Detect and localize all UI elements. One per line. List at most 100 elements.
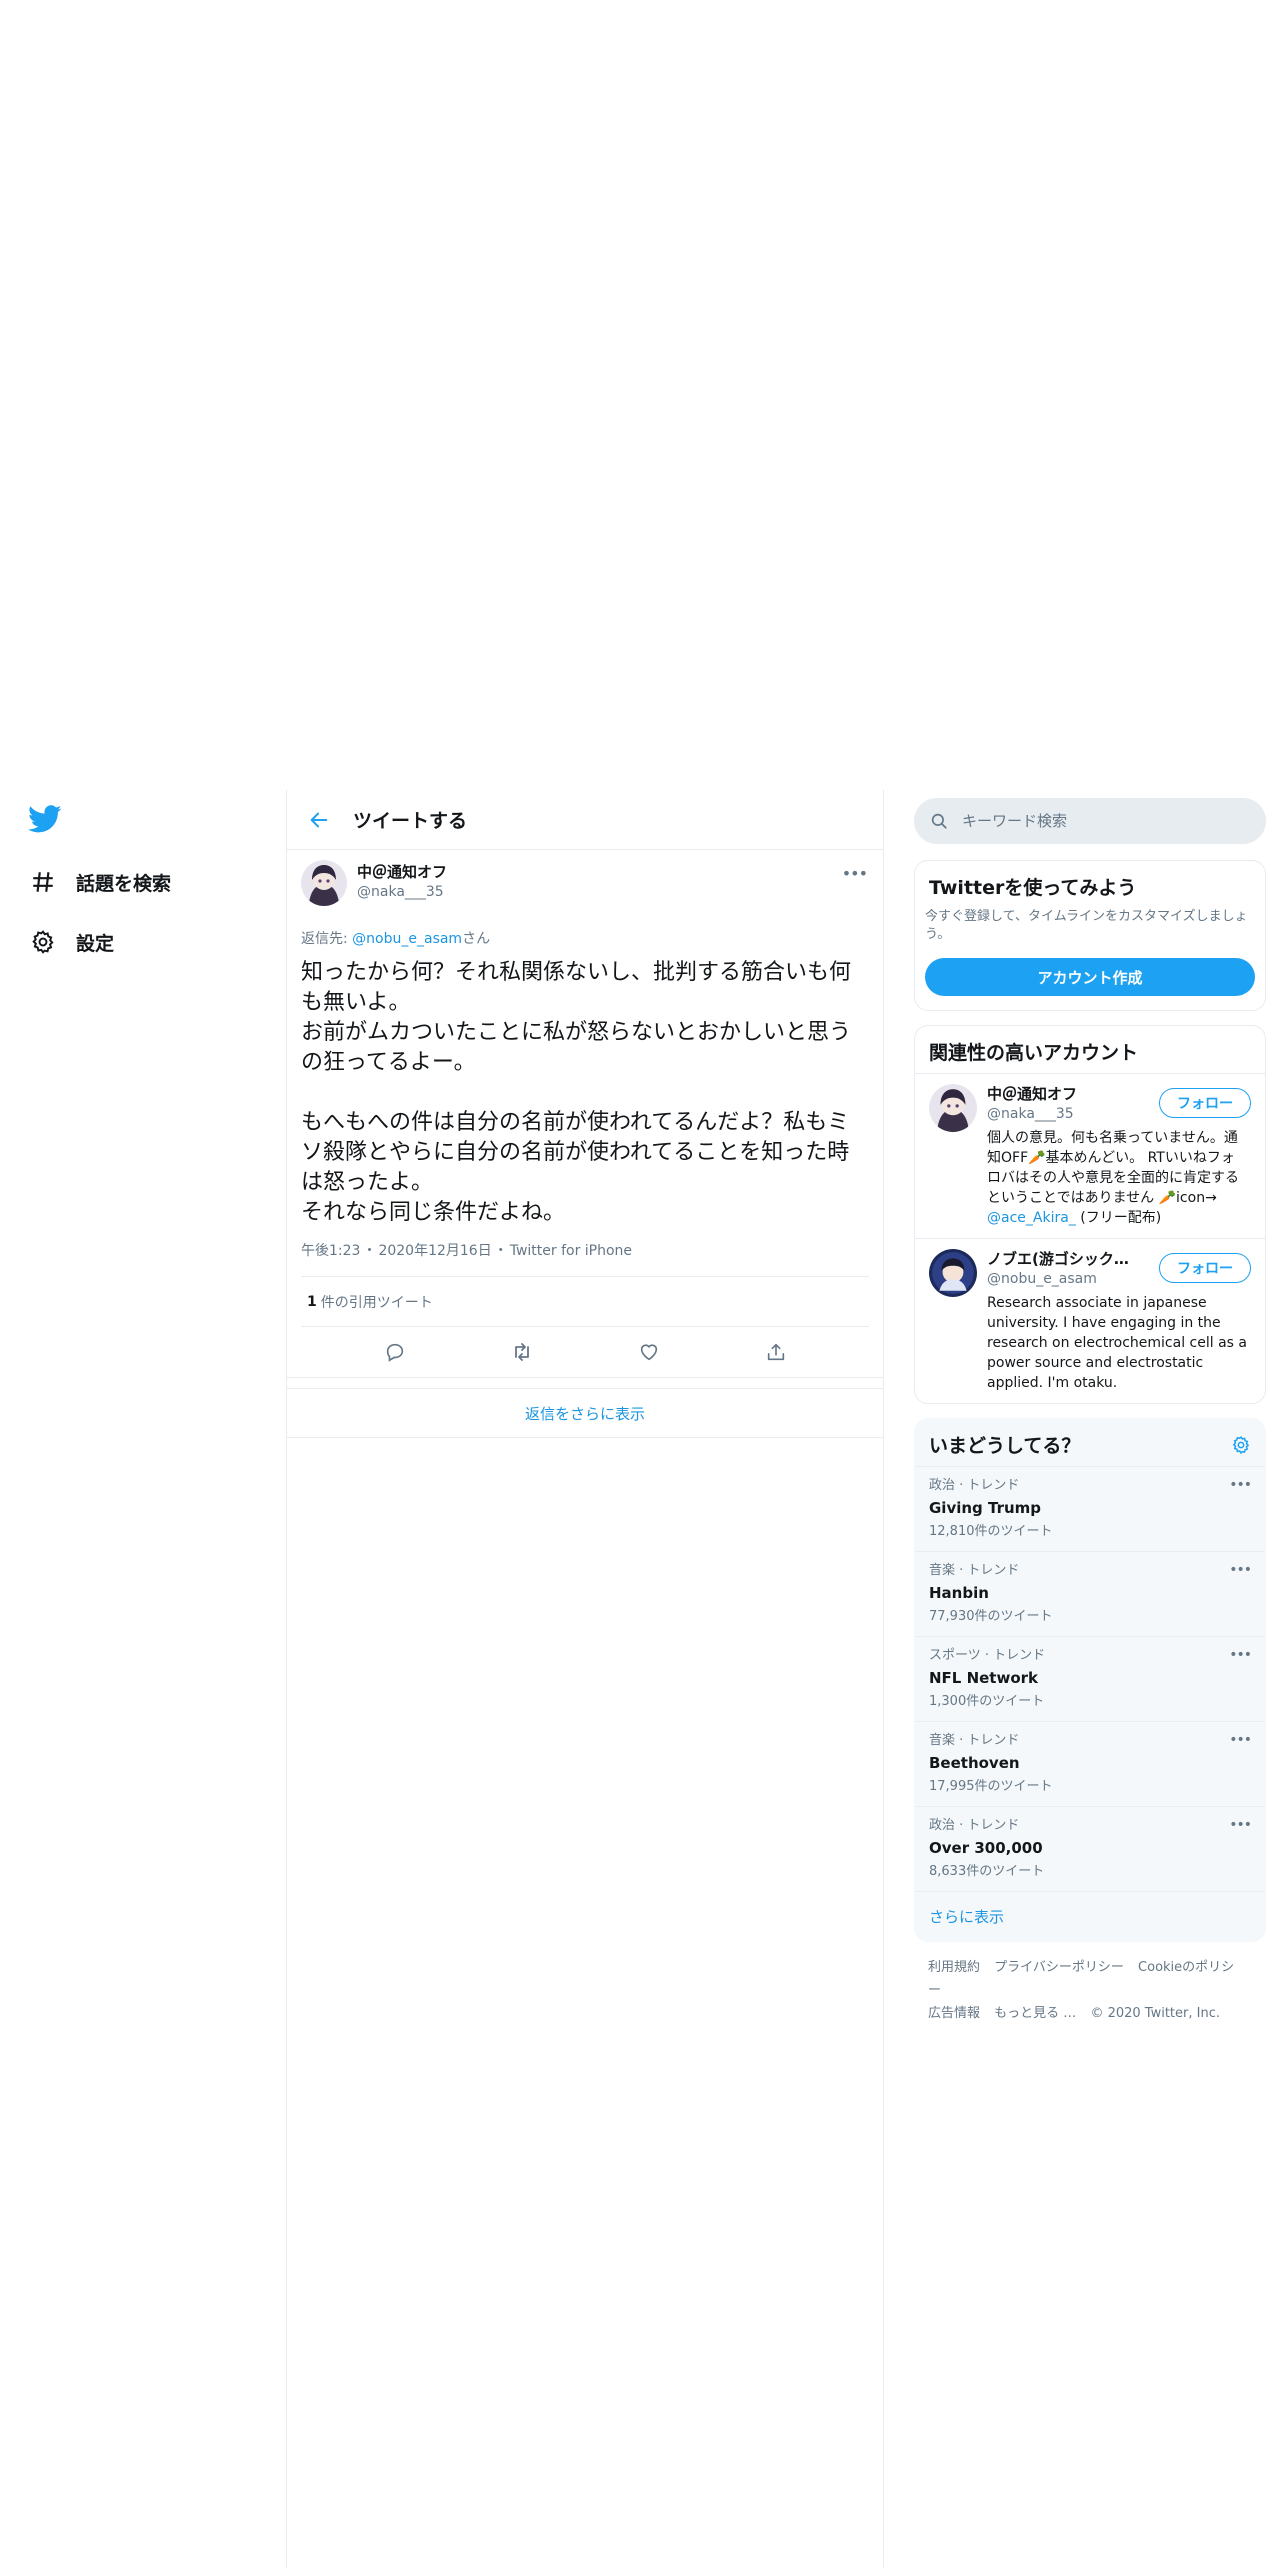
trend-item[interactable]: スポーツ · トレンド NFL Network 1,300件のツイート •••: [915, 1637, 1265, 1722]
footer-link-terms[interactable]: 利用規約: [928, 1960, 980, 1975]
main-header: ツイートする: [287, 790, 883, 850]
footer-link-privacy[interactable]: プライバシーポリシー: [994, 1960, 1124, 1975]
account-bio: 個人の意見。何も名乗っていません。通知OFF🥕基本めんどい。 RTいいねフォロバ…: [987, 1128, 1247, 1228]
reply-to-link[interactable]: @nobu_e_asam: [352, 931, 462, 947]
share-button[interactable]: [759, 1335, 793, 1369]
follow-button[interactable]: フォロー: [1159, 1088, 1251, 1118]
follow-button[interactable]: フォロー: [1159, 1253, 1251, 1283]
show-more-trends-link[interactable]: さらに表示: [915, 1892, 1265, 1941]
trend-category: 政治 · トレンド: [929, 1478, 1020, 1493]
tweet-time[interactable]: 午後1:23: [301, 1243, 360, 1259]
account-name[interactable]: 中＠通知オフ: [987, 1084, 1137, 1104]
quote-count: 1: [307, 1293, 317, 1310]
quote-label: 件の引用ツイート: [320, 1294, 433, 1311]
account-name[interactable]: ノブエ(游ゴシック撲滅委員会): [987, 1249, 1137, 1269]
more-options-icon[interactable]: •••: [842, 864, 868, 883]
trends-header: いまどうしてる？: [915, 1419, 1265, 1467]
show-more-replies-button[interactable]: 返信をさらに表示: [287, 1388, 883, 1438]
main-column: ツイートする 中＠通知オフ @naka___35 ••• 返信先: @nobu_…: [286, 790, 884, 2568]
retweet-icon: [514, 1343, 529, 1361]
tweet-author: 中＠通知オフ @naka___35: [301, 860, 869, 916]
trend-name: Over 300,000: [929, 1839, 1043, 1857]
page-title: ツイートする: [353, 810, 468, 832]
related-accounts-card: 関連性の高いアカウント 中＠通知オフ @naka___35 個人の意見。何も名乗…: [914, 1025, 1266, 1404]
share-icon: [767, 1343, 784, 1361]
trend-count: 77,930件のツイート: [929, 1609, 1053, 1624]
more-options-icon[interactable]: •••: [1229, 1647, 1252, 1663]
trend-name: Hanbin: [929, 1584, 989, 1602]
reply-to-line: 返信先: @nobu_e_asamさん: [301, 928, 869, 948]
heart-icon: [640, 1344, 657, 1361]
avatar[interactable]: [929, 1084, 977, 1132]
display-name[interactable]: 中＠通知オフ: [357, 862, 447, 882]
tweet-text: 知ったから何？それ私関係ないし、批判する筋合いも何も無いよ。 お前がムカついたこ…: [301, 960, 852, 1225]
nav-settings[interactable]: 設定: [26, 920, 114, 964]
footer-copyright: © 2020 Twitter, Inc.: [1090, 2006, 1220, 2021]
gear-icon: [26, 925, 60, 959]
reply-icon: [386, 1343, 403, 1362]
settings-icon[interactable]: [1231, 1435, 1251, 1455]
trend-category: 音楽 · トレンド: [929, 1563, 1020, 1578]
trend-name: Giving Trump: [929, 1499, 1042, 1517]
nav-explore-label: 話題を検索: [76, 872, 172, 895]
user-block: 中＠通知オフ @naka___35: [357, 862, 447, 902]
bio-text: 個人の意見。何も名乗っていません。通知OFF🥕基本めんどい。 RTいいねフォロバ…: [987, 1130, 1239, 1206]
related-title: 関連性の高いアカウント: [929, 1042, 1139, 1064]
nav-settings-label: 設定: [76, 932, 115, 955]
signup-card: Twitterを使ってみよう 今すぐ登録して、タイムラインをカスタマイズしましょ…: [914, 860, 1266, 1011]
avatar[interactable]: [301, 860, 347, 906]
trend-category: 音楽 · トレンド: [929, 1733, 1020, 1748]
more-options-icon[interactable]: •••: [1229, 1477, 1252, 1493]
retweet-button[interactable]: [505, 1335, 539, 1369]
handle[interactable]: @naka___35: [357, 882, 447, 902]
back-arrow-icon: [310, 812, 328, 827]
tweet-meta: 午後1:23 ・ 2020年12月16日・ Twitter for iPhone: [301, 1240, 869, 1277]
more-options-icon[interactable]: •••: [1229, 1817, 1252, 1833]
trend-name: NFL Network: [929, 1669, 1039, 1687]
trend-category: 政治 · トレンド: [929, 1818, 1020, 1833]
twitter-logo-icon[interactable]: [28, 802, 62, 836]
search-input[interactable]: [962, 812, 1222, 830]
quote-tweets-link[interactable]: 1 件の引用ツイート: [301, 1277, 869, 1327]
trends-card: いまどうしてる？ 政治 · トレンド Giving Trump 12,810件の…: [914, 1418, 1266, 1942]
trend-count: 17,995件のツイート: [929, 1779, 1053, 1794]
nav-explore[interactable]: 話題を検索: [26, 860, 171, 904]
tweet-source: Twitter for iPhone: [509, 1243, 633, 1259]
signup-description: 今すぐ登録して、タイムラインをカスタマイズしましょう。: [925, 909, 1248, 942]
like-button[interactable]: [632, 1335, 666, 1369]
search-icon: [931, 813, 947, 829]
tweet-date[interactable]: 2020年12月16日: [378, 1243, 491, 1259]
back-button[interactable]: [299, 800, 339, 840]
reply-button[interactable]: [378, 1335, 412, 1369]
create-account-button[interactable]: アカウント作成: [925, 958, 1255, 996]
avatar[interactable]: [929, 1249, 977, 1297]
more-options-icon[interactable]: •••: [1229, 1732, 1252, 1748]
more-options-icon[interactable]: •••: [1229, 1562, 1252, 1578]
account-bio: Research associate in japanese universit…: [987, 1295, 1247, 1391]
search-bar: [914, 798, 1266, 844]
trend-item[interactable]: 音楽 · トレンド Hanbin 77,930件のツイート •••: [915, 1552, 1265, 1637]
signup-title: Twitterを使ってみよう: [929, 877, 1137, 899]
hashtag-icon: [26, 865, 60, 899]
footer: 利用規約 プライバシーポリシー Cookieのポリシー 広告情報 もっと見る ……: [914, 1942, 1266, 2039]
footer-link-more[interactable]: もっと見る …: [994, 2006, 1076, 2021]
list-item[interactable]: 中＠通知オフ @naka___35 個人の意見。何も名乗っていません。通知OFF…: [915, 1073, 1265, 1238]
trend-item[interactable]: 音楽 · トレンド Beethoven 17,995件のツイート •••: [915, 1722, 1265, 1807]
trend-item[interactable]: 政治 · トレンド Giving Trump 12,810件のツイート •••: [915, 1467, 1265, 1552]
reply-suffix: さん: [462, 931, 491, 947]
meta-separator: ・: [362, 1243, 377, 1259]
trend-name: Beethoven: [929, 1754, 1020, 1772]
list-item[interactable]: ノブエ(游ゴシック撲滅委員会) @nobu_e_asam Research as…: [915, 1238, 1265, 1403]
tweet: 中＠通知オフ @naka___35 ••• 返信先: @nobu_e_asamさ…: [287, 850, 883, 1378]
tweet-actions: [301, 1327, 869, 1377]
right-sidebar: Twitterを使ってみよう 今すぐ登録して、タイムラインをカスタマイズしましょ…: [914, 798, 1266, 2039]
meta-separator: ・: [493, 1243, 508, 1259]
reply-prefix: 返信先:: [301, 931, 353, 947]
trend-item[interactable]: 政治 · トレンド Over 300,000 8,633件のツイート •••: [915, 1807, 1265, 1892]
trends-title: いまどうしてる？: [929, 1435, 1081, 1457]
trend-count: 12,810件のツイート: [929, 1524, 1053, 1539]
footer-link-ads[interactable]: 広告情報: [928, 2006, 980, 2021]
trend-category: スポーツ · トレンド: [929, 1648, 1046, 1663]
bio-link[interactable]: @ace_Akira_: [987, 1210, 1076, 1226]
trend-count: 1,300件のツイート: [929, 1694, 1045, 1709]
